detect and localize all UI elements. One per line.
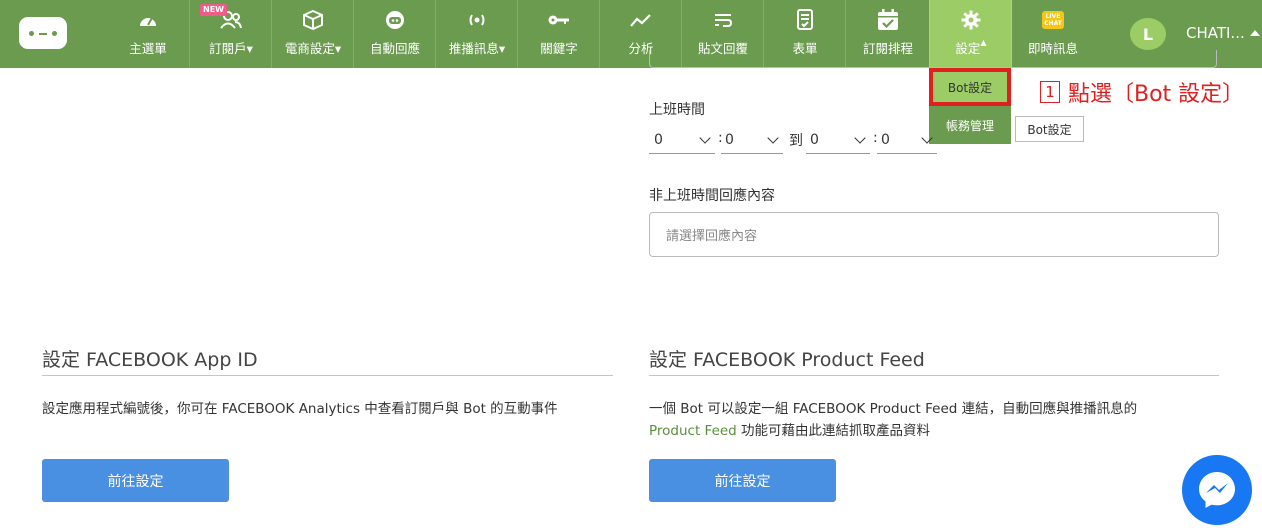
to-label: 到 (789, 133, 803, 149)
select-underline (877, 153, 937, 154)
description-line-2: 功能可藉由此連結抓取產品資料 (736, 423, 931, 439)
chevron-down-icon (767, 132, 779, 144)
logo-dot-left (29, 31, 34, 36)
section-divider (42, 375, 613, 376)
fb-app-id-description: 設定應用程式編號後，你可在 FACEBOOK Analytics 中查看訂閱戶與… (42, 401, 558, 417)
nav-keywords[interactable]: 關鍵字 (517, 0, 600, 68)
fb-product-feed-title: 設定 FACEBOOK Product Feed (649, 349, 925, 371)
nav-label: 關鍵字 (540, 41, 578, 56)
tooltip: Bot設定 (1015, 116, 1084, 142)
instruction-annotation: 1 點選〔Bot 設定〕 (1040, 76, 1244, 108)
live-badge-text: LIVE (1045, 13, 1061, 20)
form-icon (796, 9, 814, 31)
dropdown-item-billing[interactable]: 帳務管理 (929, 106, 1011, 144)
section-divider (649, 375, 1219, 376)
nav-label: 訂閱戶▾ (209, 41, 253, 56)
dashboard-icon (138, 9, 158, 31)
nav-label: 推播訊息▾ (448, 41, 506, 56)
nav-auto-reply[interactable]: 自動回應 (353, 0, 436, 68)
chevron-down-icon (921, 132, 933, 144)
bot-icon (385, 9, 405, 31)
box-icon (303, 9, 323, 31)
product-feed-highlight: Product Feed (649, 423, 737, 439)
dropdown-item-bot-settings[interactable]: Bot設定 (929, 68, 1011, 106)
messenger-icon (1199, 472, 1235, 508)
annotation-text: 點選〔Bot 設定〕 (1068, 82, 1245, 107)
broadcast-icon (466, 9, 488, 31)
logo-dash (39, 33, 47, 35)
off-hours-label: 非上班時間回應內容 (649, 188, 775, 204)
end-hour-select[interactable]: 0 (806, 126, 870, 154)
end-hour-value: 0 (810, 132, 819, 148)
start-minute-select[interactable]: 0 (721, 126, 783, 154)
start-minute-value: 0 (725, 132, 734, 148)
avatar[interactable]: L (1130, 18, 1166, 50)
nav-broadcast[interactable]: 推播訊息▾ (435, 0, 518, 68)
fb-app-id-setup-button[interactable]: 前往設定 (42, 459, 229, 502)
chevron-down-icon (699, 132, 711, 144)
settings-dropdown: Bot設定 帳務管理 (929, 68, 1011, 144)
nav-label: 電商設定▾ (284, 41, 342, 56)
description-line-1: 一個 Bot 可以設定一組 FACEBOOK Product Feed 連結，自… (649, 401, 1138, 417)
select-underline (806, 153, 870, 154)
fb-app-id-title: 設定 FACEBOOK App ID (42, 349, 258, 371)
chevron-down-icon (854, 132, 866, 144)
nav-main-menu[interactable]: 主選單 (107, 0, 189, 68)
account-name[interactable]: CHATI... (1186, 24, 1245, 42)
nav-label: 主選單 (129, 41, 167, 56)
select-underline (649, 153, 715, 154)
logo-dot-right (52, 31, 57, 36)
chat-badge-text: CHAT (1044, 20, 1062, 27)
off-hours-response-input[interactable]: 請選擇回應內容 (649, 212, 1219, 257)
nav-ecommerce[interactable]: 電商設定▾ (271, 0, 354, 68)
caret-up-icon: ▲ (980, 38, 987, 47)
live-chat-icon: LIVE CHAT (1042, 9, 1064, 31)
calendar-icon (877, 9, 899, 31)
caret-up-icon[interactable] (1250, 30, 1260, 36)
start-hour-select[interactable]: 0 (649, 126, 715, 154)
new-badge: NEW (200, 4, 227, 16)
fb-product-feed-setup-button[interactable]: 前往設定 (649, 459, 836, 502)
start-hour-value: 0 (654, 132, 663, 148)
step-number: 1 (1040, 81, 1060, 103)
fb-product-feed-description: 一個 Bot 可以設定一組 FACEBOOK Product Feed 連結，自… (649, 398, 1219, 442)
key-icon (548, 9, 570, 31)
chatisfy-logo[interactable] (19, 17, 67, 49)
chart-icon (630, 9, 652, 31)
messenger-chat-button[interactable] (1182, 455, 1252, 525)
wrap-icon (713, 9, 733, 31)
previous-field-box (649, 50, 1217, 68)
end-minute-select[interactable]: 0 (877, 126, 937, 154)
gear-icon (961, 9, 981, 31)
nav-label: 自動回應 (369, 41, 420, 56)
office-hours-label: 上班時間 (649, 102, 705, 118)
select-underline (721, 153, 783, 154)
end-minute-value: 0 (881, 132, 890, 148)
